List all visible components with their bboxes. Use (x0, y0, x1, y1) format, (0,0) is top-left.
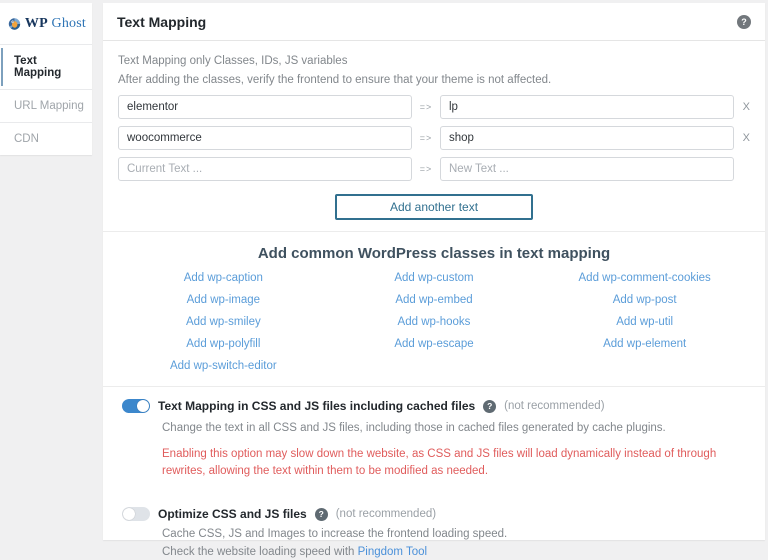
sidebar-item-text-mapping[interactable]: Text Mapping (0, 44, 92, 89)
pingdom-tool-link[interactable]: Pingdom Tool (358, 546, 427, 558)
text-mapping-panel: Text Mapping ? Text Mapping only Classes… (103, 3, 765, 540)
optimize-css-js-toggle[interactable] (122, 507, 150, 521)
mapping-row: => X (118, 157, 750, 181)
sidebar-item-label: URL Mapping (14, 100, 84, 112)
add-wp-caption-link[interactable]: Add wp-caption (118, 272, 329, 284)
help-icon[interactable]: ? (737, 15, 751, 29)
toggle-knob (137, 400, 149, 412)
speed-check-prefix: Check the website loading speed with (162, 546, 358, 558)
sidebar-item-url-mapping[interactable]: URL Mapping (0, 89, 92, 122)
add-wp-smiley-link[interactable]: Add wp-smiley (118, 316, 329, 328)
sidebar-item-cdn[interactable]: CDN (0, 122, 92, 155)
current-text-input[interactable] (118, 157, 412, 181)
wp-ghost-logo: WP Ghost (0, 3, 92, 44)
sidebar-item-label: CDN (14, 133, 39, 145)
speed-check-line: Check the website loading speed with Pin… (162, 545, 750, 560)
add-wp-escape-link[interactable]: Add wp-escape (329, 338, 540, 350)
remove-row-button[interactable]: X (734, 132, 750, 144)
page-title: Text Mapping (117, 14, 206, 30)
panel-body: Text Mapping only Classes, IDs, JS varia… (103, 41, 765, 560)
sidebar: WP Ghost Text Mapping URL Mapping CDN (0, 3, 92, 155)
help-icon[interactable]: ? (483, 400, 496, 413)
css-js-mapping-section: Text Mapping in CSS and JS files includi… (118, 387, 750, 480)
add-wp-element-link[interactable]: Add wp-element (539, 338, 750, 350)
remove-row-button[interactable]: X (734, 101, 750, 113)
add-wp-custom-link[interactable]: Add wp-custom (329, 272, 540, 284)
add-wp-embed-link[interactable]: Add wp-embed (329, 294, 540, 306)
optimize-description: Cache CSS, JS and Images to increase the… (162, 527, 750, 543)
css-js-mapping-warning: Enabling this option may slow down the w… (162, 446, 762, 481)
common-classes-heading: Add common WordPress classes in text map… (118, 245, 750, 262)
add-another-text-button[interactable]: Add another text (335, 194, 533, 220)
panel-header: Text Mapping ? (103, 3, 765, 41)
new-text-input[interactable] (440, 126, 734, 150)
add-wp-image-link[interactable]: Add wp-image (118, 294, 329, 306)
css-js-mapping-description: Change the text in all CSS and JS files,… (162, 421, 750, 437)
logo-ghost: Ghost (52, 16, 86, 31)
css-js-mapping-toggle-row: Text Mapping in CSS and JS files includi… (122, 399, 750, 413)
intro-line-2: After adding the classes, verify the fro… (118, 74, 750, 86)
add-button-row: Add another text (118, 194, 750, 220)
add-wp-post-link[interactable]: Add wp-post (539, 294, 750, 306)
current-text-input[interactable] (118, 95, 412, 119)
add-wp-switch-editor-link[interactable]: Add wp-switch-editor (118, 360, 329, 372)
new-text-input[interactable] (440, 157, 734, 181)
add-wp-hooks-link[interactable]: Add wp-hooks (329, 316, 540, 328)
optimize-css-js-section: Optimize CSS and JS files ? (not recomme… (118, 480, 750, 560)
arrow-separator: => (412, 164, 440, 174)
mapping-row: => X (118, 95, 750, 119)
css-js-mapping-toggle[interactable] (122, 399, 150, 413)
arrow-separator: => (412, 102, 440, 112)
logo-wp: WP (25, 16, 48, 31)
add-wp-util-link[interactable]: Add wp-util (539, 316, 750, 328)
intro-line-1: Text Mapping only Classes, IDs, JS varia… (118, 55, 750, 67)
ghost-logo-icon (8, 11, 21, 37)
optimize-css-js-toggle-row: Optimize CSS and JS files ? (not recomme… (122, 507, 750, 521)
logo-text: WP Ghost (25, 16, 86, 32)
toggle-knob (123, 508, 135, 520)
not-recommended-note: (not recommended) (504, 400, 604, 412)
arrow-separator: => (412, 133, 440, 143)
new-text-input[interactable] (440, 95, 734, 119)
mapping-row: => X (118, 126, 750, 150)
optimize-css-js-label: Optimize CSS and JS files (158, 507, 307, 521)
help-icon[interactable]: ? (315, 508, 328, 521)
not-recommended-note: (not recommended) (336, 508, 436, 520)
add-wp-polyfill-link[interactable]: Add wp-polyfill (118, 338, 329, 350)
sidebar-item-label: Text Mapping (14, 55, 61, 79)
current-text-input[interactable] (118, 126, 412, 150)
css-js-mapping-label: Text Mapping in CSS and JS files includi… (158, 399, 475, 413)
section-divider (103, 231, 765, 232)
common-classes-grid: Add wp-caption Add wp-custom Add wp-comm… (118, 272, 750, 372)
mapping-rows: => X => X => X (118, 95, 750, 181)
add-wp-comment-cookies-link[interactable]: Add wp-comment-cookies (539, 272, 750, 284)
